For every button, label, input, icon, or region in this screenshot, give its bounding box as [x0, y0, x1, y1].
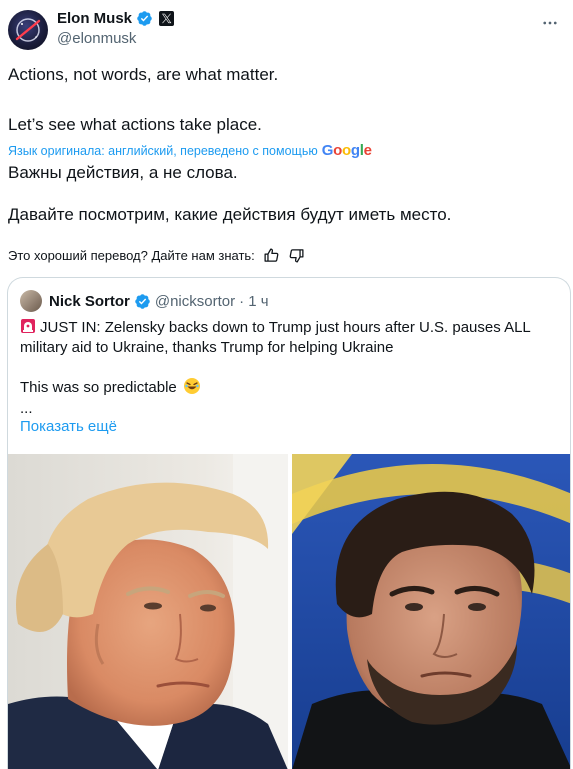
quoted-author-handle[interactable]: @nicksortor [155, 293, 235, 310]
tweet-text-line-2: Let’s see what actions take place. [8, 115, 262, 134]
photo-right[interactable] [292, 454, 570, 769]
thumbs-up-icon[interactable] [263, 247, 280, 264]
translation-note[interactable]: Язык оригинала: английский, переведено с… [8, 142, 372, 159]
quoted-tweet-header: Nick Sortor @nicksortor · 1 ч [20, 290, 269, 312]
quoted-ellipsis: ... [20, 400, 33, 417]
translation-feedback: Это хороший перевод? Дайте нам знать: [8, 247, 305, 264]
feedback-prompt: Это хороший перевод? Дайте нам знать: [8, 248, 255, 263]
quoted-timestamp[interactable]: · 1 ч [239, 293, 269, 310]
thumbs-down-icon[interactable] [288, 247, 305, 264]
quoted-text-line-3-content: This was so predictable [20, 379, 177, 396]
more-options-icon[interactable] [541, 14, 559, 32]
tweet-header: Elon Musk @elonmusk [8, 8, 565, 52]
tweet-text-line-1: Actions, not words, are what matter. [8, 65, 279, 84]
translated-text-line-1: Важны действия, а не слова. [8, 163, 238, 182]
siren-emoji-icon [21, 319, 35, 333]
verified-badge-icon [135, 293, 150, 309]
quoted-author-avatar[interactable] [20, 290, 42, 312]
translated-text-line-2: Давайте посмотрим, какие действия будут … [8, 205, 452, 224]
quoted-text-line-1: JUST IN: Zelensky backs down to Trump ju… [20, 318, 531, 338]
x-logo-icon [159, 11, 175, 26]
quoted-author-name[interactable]: Nick Sortor [49, 293, 130, 310]
rolling-laughing-emoji-icon [183, 378, 200, 394]
quoted-text-line-1-content: JUST IN: Zelensky backs down to Trump ju… [40, 319, 531, 336]
translation-note-text: Язык оригинала: английский, переведено с… [8, 143, 318, 158]
quoted-text-line-3: This was so predictable [20, 377, 201, 398]
author-name[interactable]: Elon Musk [57, 10, 132, 27]
show-more-link[interactable]: Показать ещё [20, 418, 117, 435]
author-handle[interactable]: @elonmusk [57, 30, 136, 47]
quoted-text-line-2: military aid to Ukraine, thanks Trump fo… [20, 339, 394, 356]
photo-left[interactable] [8, 454, 288, 769]
author-avatar[interactable] [8, 10, 48, 50]
quoted-tweet[interactable]: Nick Sortor @nicksortor · 1 ч JUST IN: Z… [7, 277, 571, 769]
google-logo: Google [321, 142, 372, 159]
verified-badge-icon [137, 11, 152, 26]
